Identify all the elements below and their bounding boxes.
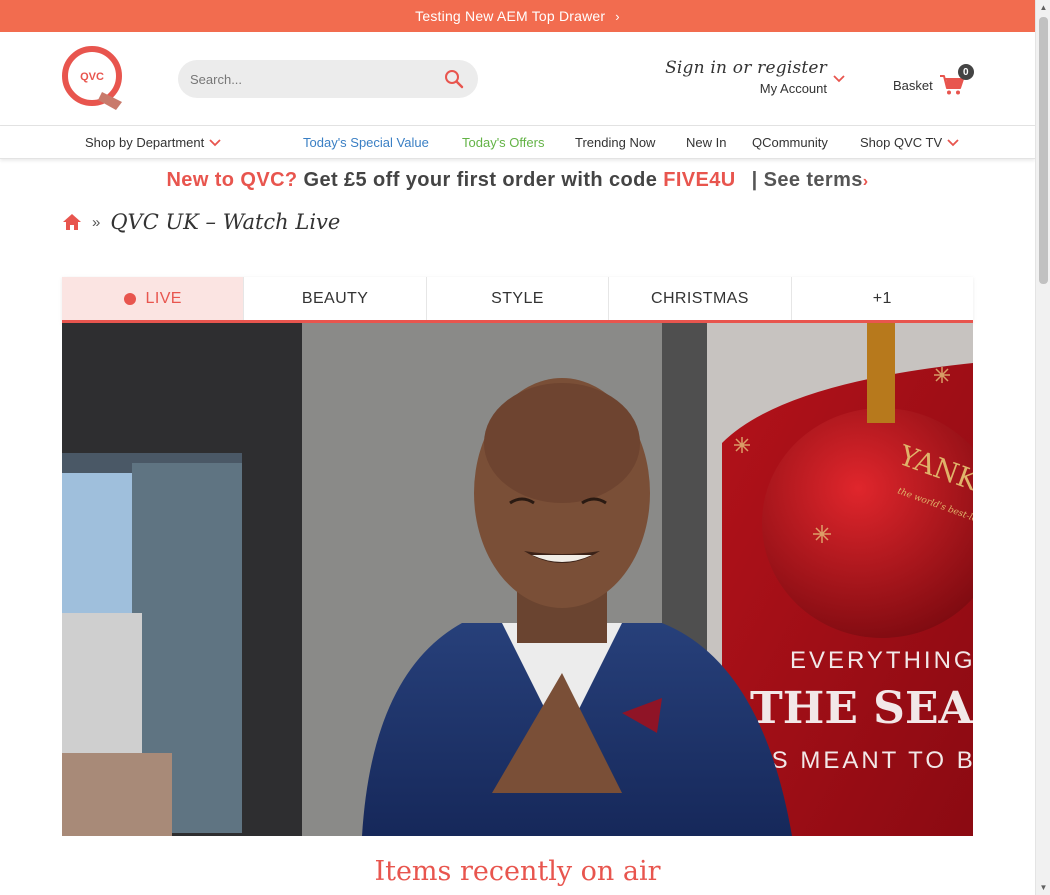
nav-label: Shop by Department <box>85 135 205 150</box>
banner-line-1: EVERYTHING <box>790 647 973 674</box>
chevron-right-icon: › <box>615 8 620 24</box>
nav-label: Shop QVC TV <box>860 135 943 150</box>
tab-beauty[interactable]: BEAUTY <box>244 277 427 320</box>
nav-shop-by-department[interactable]: Shop by Department <box>85 135 221 150</box>
site-header: QVC Sign in or register My Account Baske… <box>0 32 1035 126</box>
live-video-player[interactable]: YANKEE CANDLE the world's best-loved can… <box>62 323 973 836</box>
basket-button[interactable]: Basket 0 <box>893 64 974 96</box>
chevron-down-icon[interactable] <box>833 75 845 83</box>
basket-count-badge: 0 <box>957 64 974 80</box>
chevron-down-icon <box>209 139 221 147</box>
video-frame: YANKEE CANDLE the world's best-loved can… <box>62 323 973 836</box>
chevron-down-icon <box>947 139 959 147</box>
breadcrumb: » QVC UK – Watch Live <box>62 210 340 234</box>
tab-plus-one[interactable]: +1 <box>791 277 974 320</box>
search-icon <box>445 70 464 89</box>
search-button[interactable] <box>442 67 466 91</box>
search-bar <box>178 60 478 98</box>
section-heading-items-recently-on-air: Items recently on air <box>374 856 661 887</box>
tab-label: STYLE <box>491 289 544 307</box>
nav-trending-now[interactable]: Trending Now <box>575 135 655 150</box>
cart-icon: 0 <box>939 64 974 96</box>
tab-live[interactable]: LIVE <box>62 277 245 320</box>
promo-banner: New to QVC? Get £5 off your first order … <box>0 169 1035 192</box>
tab-label: BEAUTY <box>301 289 369 307</box>
tab-label: +1 <box>872 289 892 307</box>
see-terms-link[interactable]: | See terms› <box>752 169 869 191</box>
home-icon[interactable] <box>62 213 82 231</box>
nav-new-in[interactable]: New In <box>686 135 726 150</box>
scrollbar-thumb[interactable] <box>1039 17 1048 284</box>
nav-shop-qvc-tv[interactable]: Shop QVC TV <box>860 135 959 150</box>
page: Testing New AEM Top Drawer › QVC Sign in… <box>0 0 1035 895</box>
tab-label: LIVE <box>145 289 182 307</box>
my-account-label: My Account <box>759 81 827 96</box>
basket-label: Basket <box>893 77 933 93</box>
account-menu[interactable]: Sign in or register My Account <box>665 58 827 96</box>
see-terms-label: | See terms <box>751 169 863 191</box>
main-nav: Shop by Department Today's Special Value… <box>0 126 1035 159</box>
page-title: QVC UK – Watch Live <box>110 210 341 234</box>
search-input[interactable] <box>190 71 442 87</box>
logo-text: QVC <box>80 71 104 83</box>
banner-line-2: THE SEASON <box>750 683 973 734</box>
chevron-right-icon: › <box>862 173 869 190</box>
promo-text: Get £5 off your first order with code <box>303 169 658 191</box>
nav-todays-special-value[interactable]: Today's Special Value <box>303 135 429 150</box>
nav-qcommunity[interactable]: QCommunity <box>752 135 828 150</box>
tab-label: CHRISTMAS <box>651 289 749 307</box>
tab-style[interactable]: STYLE <box>426 277 610 320</box>
banner-line-3: IS MEANT TO BE <box>762 747 973 774</box>
scroll-down-arrow-icon[interactable]: ▼ <box>1036 880 1050 895</box>
sign-in-register-link[interactable]: Sign in or register <box>665 58 827 78</box>
top-drawer-text[interactable]: Testing New AEM Top Drawer <box>415 8 605 24</box>
tab-christmas[interactable]: CHRISTMAS <box>609 277 792 320</box>
promo-code: FIVE4U <box>663 169 736 191</box>
qvc-logo-icon[interactable]: QVC <box>62 46 126 112</box>
nav-todays-offers[interactable]: Today's Offers <box>462 135 544 150</box>
channel-tabs: LIVE BEAUTY STYLE CHRISTMAS +1 <box>62 277 974 323</box>
scroll-up-arrow-icon[interactable]: ▲ <box>1036 0 1050 15</box>
live-dot-icon <box>123 292 136 305</box>
top-drawer-banner[interactable]: Testing New AEM Top Drawer › <box>0 0 1035 32</box>
breadcrumb-separator: » <box>92 213 101 231</box>
page-scrollbar[interactable]: ▲ ▼ <box>1035 0 1050 895</box>
promo-new-label: New to QVC? <box>166 169 298 191</box>
